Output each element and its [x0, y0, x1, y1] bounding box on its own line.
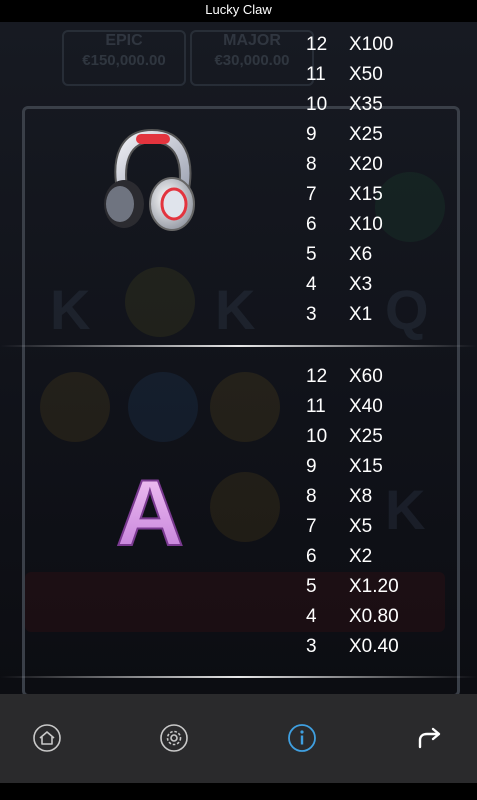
paytable-row: 8 X20: [306, 150, 393, 180]
symbol-count: 10: [306, 94, 328, 115]
symbol-count: 11: [306, 396, 326, 417]
paytable-row: 12 X60: [306, 362, 399, 392]
paytable-row: 7 X15: [306, 180, 393, 210]
paytable-row: 10 X25: [306, 422, 399, 452]
symbol-count: 8: [306, 486, 317, 507]
paytable-row: 12 X100: [306, 30, 393, 60]
symbol-count: 12: [306, 34, 328, 55]
paytable-row: 7 X5: [306, 512, 399, 542]
letter-a-symbol: A: [110, 459, 190, 566]
symbol-count: 12: [306, 366, 328, 387]
payout-multiplier: X3: [349, 274, 373, 295]
symbol-count: 11: [306, 64, 326, 85]
share-button[interactable]: [407, 716, 451, 760]
paytable-row: 4 X3: [306, 270, 393, 300]
ghost-x10-icon: [125, 267, 195, 337]
jackpot-major-panel: MAJOR €30,000.00: [190, 30, 314, 86]
gear-icon: [160, 724, 188, 752]
payout-multiplier: X25: [349, 124, 383, 145]
paytable-headphones: 12 X100 11 X50 10 X35 9 X25 8 X20 7 X15 6 X10 5 X6 4 X3 3 X…: [306, 30, 393, 330]
payout-multiplier: X20: [349, 154, 383, 175]
payout-multiplier: X6: [349, 244, 373, 265]
jackpot-epic-panel: EPIC €150,000.00: [62, 30, 186, 86]
payout-multiplier: X1: [349, 304, 373, 325]
info-button[interactable]: [280, 716, 324, 760]
jackpot-epic-amount: €150,000.00: [82, 52, 166, 69]
settings-button[interactable]: [152, 716, 196, 760]
payout-multiplier: X0.80: [349, 606, 399, 627]
jackpot-major-label: MAJOR: [223, 32, 281, 49]
bottom-strip: [0, 783, 477, 800]
symbol-count: 8: [306, 154, 317, 175]
home-icon: [33, 724, 61, 752]
paytable-row: 4 X0.80: [306, 602, 399, 632]
info-icon: [288, 724, 316, 752]
game-background: EPIC €150,000.00 MAJOR €30,000.00 K K Q …: [0, 22, 477, 694]
payout-multiplier: X5: [349, 516, 373, 537]
payout-multiplier: X15: [349, 456, 383, 477]
ghost-bag-icon: [210, 372, 280, 442]
payout-multiplier: X0.40: [349, 636, 399, 657]
paytable-row: 8 X8: [306, 482, 399, 512]
paytable-row: 6 X2: [306, 542, 399, 572]
section-divider: [0, 676, 477, 678]
payout-multiplier: X60: [349, 366, 383, 387]
payout-multiplier: X1.20: [349, 576, 399, 597]
symbol-count: 3: [306, 636, 317, 657]
paytable-row: 11 X40: [306, 392, 399, 422]
payout-multiplier: X2: [349, 546, 373, 567]
payout-multiplier: X100: [349, 34, 394, 55]
symbol-count: 6: [306, 214, 317, 235]
payout-multiplier: X25: [349, 426, 383, 447]
section-divider: [0, 345, 477, 347]
payout-multiplier: X35: [349, 94, 383, 115]
symbol-count: 6: [306, 546, 317, 567]
symbol-count: 3: [306, 304, 317, 325]
window-title: Lucky Claw: [0, 0, 477, 22]
payout-multiplier: X15: [349, 184, 383, 205]
symbol-count: 5: [306, 576, 317, 597]
paytable-row: 5 X1.20: [306, 572, 399, 602]
ghost-letter-k: K: [215, 278, 256, 341]
paytable-letter-a: 12 X60 11 X40 10 X25 9 X15 8 X8 7 X5 6 X2 5 X1.20 4 X0.80…: [306, 362, 399, 662]
payout-multiplier: X8: [349, 486, 373, 507]
symbol-count: 7: [306, 516, 317, 537]
paytable-row: 9 X15: [306, 452, 399, 482]
jackpot-epic-label: EPIC: [105, 32, 143, 49]
symbol-count: 10: [306, 426, 328, 447]
headphones-icon: [104, 128, 195, 231]
letter-a-glyph: A: [116, 465, 184, 555]
ghost-gift-icon: [210, 472, 280, 542]
symbol-count: 5: [306, 244, 317, 265]
letter-a-icon: A: [115, 459, 185, 566]
paytable-row: 10 X35: [306, 90, 393, 120]
symbol-count: 4: [306, 606, 317, 627]
paytable-row: 11 X50: [306, 60, 393, 90]
jackpot-major-amount: €30,000.00: [214, 52, 290, 69]
headphones-symbol: [96, 124, 206, 239]
symbol-count: 7: [306, 184, 317, 205]
paytable-row: 3 X0.40: [306, 632, 399, 662]
payout-multiplier: X40: [349, 396, 383, 417]
symbol-count: 9: [306, 456, 317, 477]
paytable-row: 5 X6: [306, 240, 393, 270]
symbol-count: 9: [306, 124, 317, 145]
share-arrow-icon: [418, 727, 441, 749]
paytable-row: 9 X25: [306, 120, 393, 150]
payout-multiplier: X50: [349, 64, 383, 85]
ghost-letter-k: K: [50, 278, 91, 341]
symbol-count: 4: [306, 274, 317, 295]
home-button[interactable]: [25, 716, 69, 760]
ghost-gift-icon: [40, 372, 110, 442]
bottom-toolbar: [0, 694, 477, 783]
payout-multiplier: X10: [349, 214, 383, 235]
paytable-row: 3 X1: [306, 300, 393, 330]
paytable-row: 6 X10: [306, 210, 393, 240]
ghost-coin-icon: [128, 372, 198, 442]
